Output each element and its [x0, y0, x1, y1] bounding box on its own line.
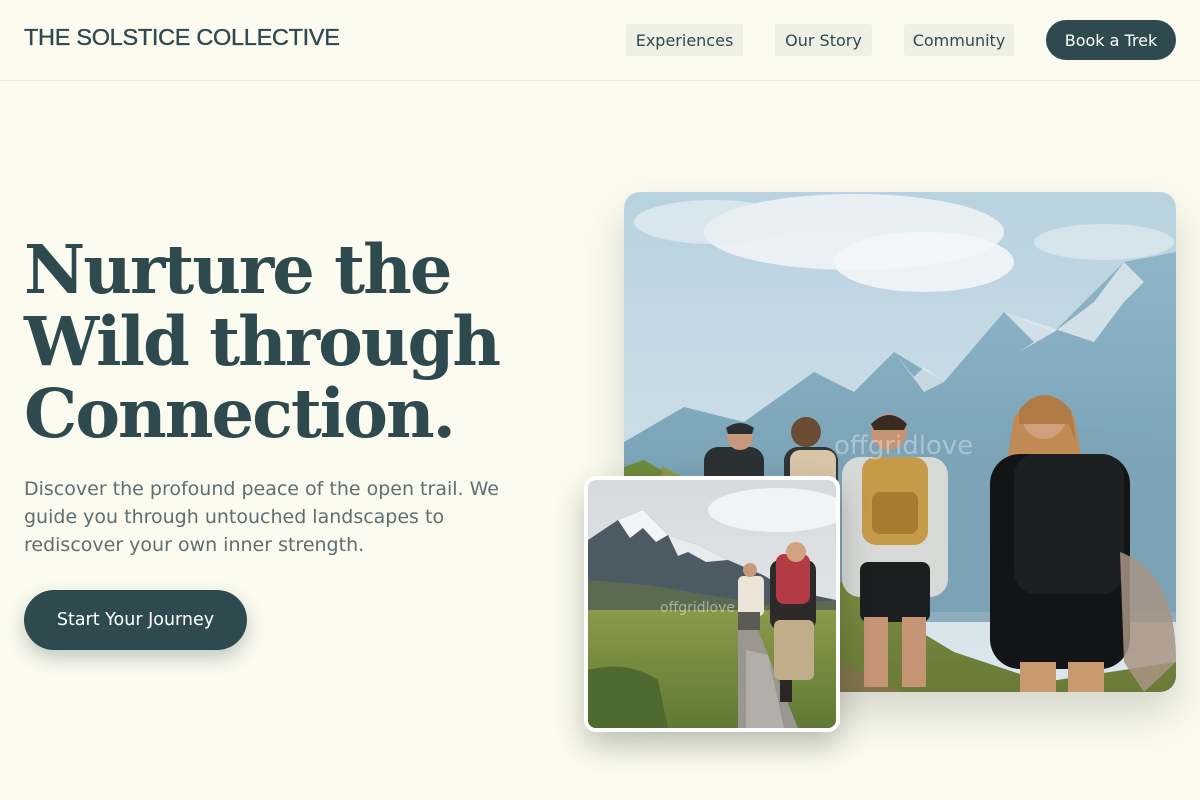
hero-title-line: Nurture the — [24, 230, 452, 309]
nav-link-community[interactable]: Community — [904, 24, 1014, 56]
nav-link-experiences[interactable]: Experiences — [626, 24, 743, 56]
hero-description-line: Discover the profound peace of the open … — [24, 478, 499, 500]
nav-link-our-story[interactable]: Our Story — [775, 24, 872, 56]
brand-logo[interactable]: THE SOLSTICE COLLECTIVE — [24, 24, 340, 51]
start-your-journey-button[interactable]: Start Your Journey — [24, 590, 247, 650]
hero-title-line: Connection. — [24, 374, 456, 453]
photo-watermark: offgridlove — [660, 600, 735, 616]
hero-title-line: Wild through — [24, 302, 501, 381]
photo-watermark: offgridlove — [834, 431, 973, 461]
hero-secondary-photo: offgridlove — [584, 476, 840, 732]
trail-hikers-illustration: offgridlove — [588, 480, 836, 728]
hero-title: Nurture the Wild through Connection. — [24, 234, 584, 450]
hero-description-line: guide you through untouched landscapes t… — [24, 506, 445, 528]
hero-description-line: rediscover your own inner strength. — [24, 534, 365, 556]
book-a-trek-button[interactable]: Book a Trek — [1046, 20, 1176, 60]
hero-description: Discover the profound peace of the open … — [24, 475, 524, 559]
site-header: THE SOLSTICE COLLECTIVE Experiences Our … — [0, 0, 1200, 81]
